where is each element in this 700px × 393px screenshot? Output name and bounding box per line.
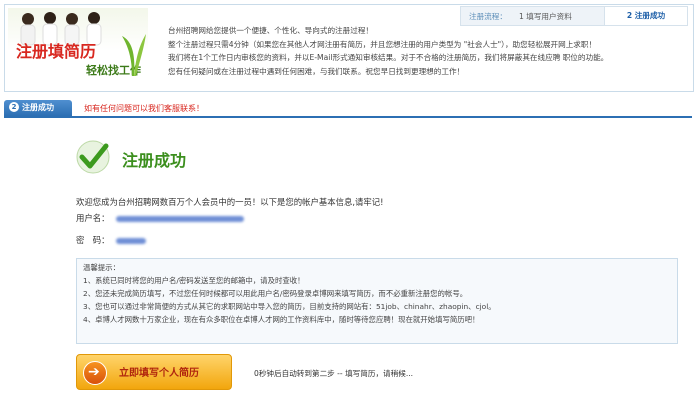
tip-item: 1、系统已同时将您的用户名/密码发送至您的邮箱中，请及时查收！ bbox=[83, 276, 305, 285]
success-title: 注册成功 bbox=[122, 151, 187, 170]
intro-text: 台州招聘网给您提供一个便捷、个性化、导向式的注册过程！ 整个注册过程只需4分钟（… bbox=[168, 24, 688, 78]
tab-number: 2 bbox=[9, 102, 19, 112]
username-label: 用户名： bbox=[76, 213, 110, 223]
arrow-right-icon: ➔ bbox=[83, 361, 107, 385]
username-value-redacted bbox=[115, 215, 244, 222]
tip-item: 3、您也可以通过非常简便的方式从其它的求职网站中导入您的简历，目前支持的网站有：… bbox=[83, 302, 496, 311]
help-text: 如有任何问题可以我们客服联系！ bbox=[84, 104, 204, 113]
registration-steps: 注册流程： 1 填写用户资料 2 注册成功 bbox=[460, 6, 688, 26]
steps-label: 注册流程： bbox=[469, 12, 507, 21]
intro-line: 我们将在1个工作日内审核您的资料，并以E-Mail形式通知审核结果。对于不合格的… bbox=[168, 53, 609, 62]
tip-item: 2、您还未完成简历填写，不过您任何时候都可以用此用户名/密码登录卓博网来填写简历… bbox=[83, 289, 468, 298]
fill-resume-button[interactable]: ➔ 立即填写个人简历 bbox=[76, 354, 232, 390]
username-row: 用户名： bbox=[76, 212, 244, 224]
intro-line: 台州招聘网给您提供一个便捷、个性化、导向式的注册过程！ bbox=[168, 26, 374, 35]
tips-panel: 温馨提示： 1、系统已同时将您的用户名/密码发送至您的邮箱中，请及时查收！ 2、… bbox=[76, 258, 678, 344]
intro-line: 整个注册过程只需4分钟（如果您在其他人才网注册有简历，并且您想注册的用户类型为 … bbox=[168, 39, 597, 49]
intro-line: 您有任何疑问或在注册过程中遇到任何困难，与我们联系。祝您早日找到更理想的工作！ bbox=[168, 66, 465, 76]
success-check-icon bbox=[76, 140, 110, 174]
welcome-text: 欢迎您成为台州招聘网数百万个人会员中的一员！以下是您的帐户基本信息,请牢记! bbox=[76, 197, 384, 207]
step-register-success: 2 注册成功 bbox=[604, 7, 687, 25]
fill-resume-label: 立即填写个人简历 bbox=[119, 368, 199, 379]
password-row: 密 码： bbox=[76, 234, 146, 246]
banner-title: 注册填简历 bbox=[16, 42, 97, 61]
section-bar: 2 注册成功 如有任何问题可以我们客服联系！ bbox=[4, 100, 692, 118]
tab-register-success[interactable]: 2 注册成功 bbox=[4, 100, 72, 116]
step-fill-profile: 1 填写用户资料 bbox=[519, 12, 572, 21]
tip-item: 4、卓博人才网数十万家企业，现在有众多职位在卓博人才网的工作资料库中，随时等待您… bbox=[83, 315, 480, 324]
leaf-icon bbox=[122, 34, 146, 76]
auto-redirect-text: 0秒钟后自动转到第二步 -- 填写简历，请稍候... bbox=[254, 369, 414, 378]
tips-title: 温馨提示： bbox=[83, 263, 120, 272]
password-value-redacted bbox=[115, 237, 146, 244]
password-label: 密 码： bbox=[76, 235, 110, 245]
tab-label: 注册成功 bbox=[22, 103, 54, 112]
banner: 注册填简历 轻松找工作 bbox=[8, 8, 148, 80]
